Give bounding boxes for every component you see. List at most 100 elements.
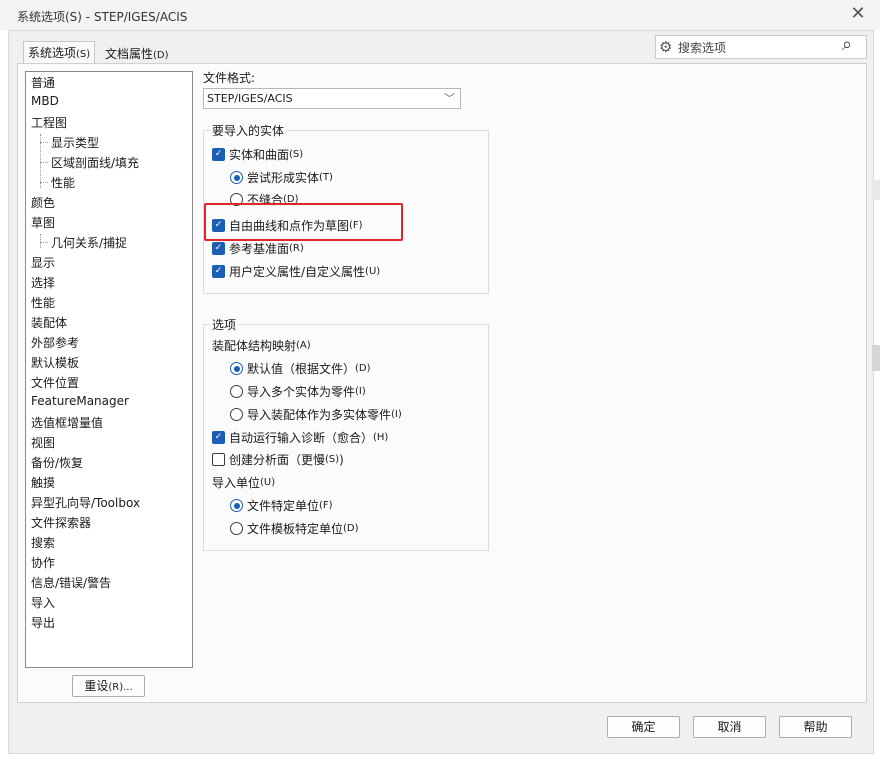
search-input[interactable]: ⚙ 搜索选项 ⌕: [655, 34, 867, 59]
window-title: 系统选项(S) - STEP/IGES/ACIS: [17, 10, 188, 24]
solids-surfaces-checkbox[interactable]: ✓ 实体和曲面 (S): [212, 146, 303, 163]
tree-connector: [40, 242, 48, 243]
tree-item-touch[interactable]: 触摸: [31, 474, 55, 491]
checkbox-checked-icon: ✓: [212, 242, 225, 255]
tree-item-display[interactable]: 显示: [31, 254, 55, 271]
user-props-checkbox[interactable]: ✓ 用户定义属性/自定义属性 (U): [212, 263, 380, 280]
tab-document-properties-label: 文档属性: [105, 47, 154, 61]
tree-item-default-templates[interactable]: 默认模板: [31, 354, 79, 371]
file-format-value: STEP/IGES/ACIS: [207, 92, 293, 105]
tree-item-colors[interactable]: 颜色: [31, 194, 55, 211]
tree-item-performance[interactable]: 性能: [31, 294, 55, 311]
default-from-file-hotkey: (D): [355, 363, 371, 374]
create-analysis-checkbox[interactable]: 创建分析面（更慢 (S)): [212, 451, 344, 468]
radio-selected-icon: [230, 171, 243, 184]
tree-item-file-locations[interactable]: 文件位置: [31, 374, 79, 391]
solids-surfaces-label: 实体和曲面: [229, 148, 290, 162]
tree-item-drawings[interactable]: 工程图: [31, 114, 67, 131]
import-multi-as-parts-radio[interactable]: 导入多个实体为零件 (I): [230, 383, 366, 400]
tree-item-collaboration[interactable]: 协作: [31, 554, 55, 571]
asm-mapping-text: 装配体结构映射: [212, 339, 297, 353]
default-from-file-label: 默认值（根据文件）: [247, 362, 356, 376]
import-asm-as-multibody-radio[interactable]: 导入装配体作为多实体零件 (I): [230, 406, 402, 423]
create-analysis-hotkey: (S): [325, 454, 340, 465]
tree-item-relations-snaps[interactable]: 几何关系/捕捉: [51, 234, 127, 251]
file-units-radio[interactable]: 文件特定单位 (F): [230, 497, 333, 514]
import-asm-as-multibody-label: 导入装配体作为多实体零件: [247, 408, 392, 422]
tree-item-external-references[interactable]: 外部参考: [31, 334, 79, 351]
try-form-solid-hotkey: (T): [319, 172, 333, 183]
import-asm-as-multibody-hotkey: (I): [391, 409, 402, 420]
options-title: 选项: [210, 316, 239, 333]
help-button[interactable]: 帮助: [779, 716, 852, 738]
file-format-select[interactable]: STEP/IGES/ACIS ﹀: [203, 88, 461, 109]
tab-document-properties[interactable]: 文档属性(D): [101, 43, 173, 65]
tab-document-properties-hotkey: (D): [153, 50, 169, 61]
ref-planes-checkbox[interactable]: ✓ 参考基准面 (R): [212, 240, 304, 257]
template-units-hotkey: (D): [343, 523, 359, 534]
cancel-button[interactable]: 取消: [693, 716, 766, 738]
try-form-solid-radio[interactable]: 尝试形成实体 (T): [230, 169, 333, 186]
gear-icon[interactable]: ⚙: [659, 38, 672, 56]
tree-item-display-style[interactable]: 显示类型: [51, 134, 99, 151]
options-tree[interactable]: 普通 MBD 工程图 显示类型 区域剖面线/填充 性能 颜色 草图 几何关系/捕…: [25, 71, 193, 668]
tree-item-general[interactable]: 普通: [31, 74, 55, 91]
import-units-text: 导入单位: [212, 476, 261, 490]
checkbox-unchecked-icon: [212, 453, 225, 466]
tree-item-drawing-performance[interactable]: 性能: [51, 174, 75, 191]
tree-connector: [40, 162, 48, 163]
highlight-box: [204, 203, 403, 241]
tree-item-mbd[interactable]: MBD: [31, 94, 59, 108]
try-form-solid-label: 尝试形成实体: [247, 171, 320, 185]
file-units-label: 文件特定单位: [247, 499, 320, 513]
tree-item-featuremanager[interactable]: FeatureManager: [31, 394, 129, 408]
radio-unselected-icon: [230, 385, 243, 398]
search-icon[interactable]: ⌕: [842, 34, 852, 55]
tree-item-selection[interactable]: 选择: [31, 274, 55, 291]
search-placeholder: 搜索选项: [678, 41, 727, 55]
checkbox-checked-icon: ✓: [212, 431, 225, 444]
file-format-label: 文件格式:: [203, 71, 256, 85]
radio-selected-icon: [230, 499, 243, 512]
tree-item-export[interactable]: 导出: [31, 614, 55, 631]
tree-item-hole-wizard-toolbox[interactable]: 异型孔向导/Toolbox: [31, 494, 140, 511]
tree-item-assemblies[interactable]: 装配体: [31, 314, 67, 331]
chevron-down-icon[interactable]: ﹀: [444, 90, 455, 106]
tree-connector: [40, 142, 48, 143]
tree-item-spin-box-increments[interactable]: 选值框增量值: [31, 414, 103, 431]
tree-item-view[interactable]: 视图: [31, 434, 55, 451]
template-units-radio[interactable]: 文件模板特定单位 (D): [230, 520, 359, 537]
close-icon[interactable]: ✕: [848, 4, 868, 24]
asm-mapping-hotkey: (A): [296, 340, 311, 351]
tab-system-options-hotkey: (S): [76, 49, 91, 60]
tree-item-sketch[interactable]: 草图: [31, 214, 55, 231]
create-analysis-label: 创建分析面（更慢: [229, 453, 326, 467]
tree-item-import[interactable]: 导入: [31, 594, 55, 611]
import-multi-as-parts-label: 导入多个实体为零件: [247, 385, 356, 399]
tree-item-messages-errors-warnings[interactable]: 信息/错误/警告: [31, 574, 111, 591]
create-analysis-close-paren: ): [339, 452, 344, 467]
file-units-hotkey: (F): [319, 500, 333, 511]
user-props-hotkey: (U): [365, 266, 381, 277]
auto-diagnostics-label: 自动运行输入诊断（愈合）: [229, 431, 374, 445]
solids-surfaces-hotkey: (S): [289, 149, 304, 160]
checkbox-checked-icon: ✓: [212, 148, 225, 161]
tree-item-area-hatch[interactable]: 区域剖面线/填充: [51, 154, 139, 171]
ok-button[interactable]: 确定: [607, 716, 680, 738]
user-props-label: 用户定义属性/自定义属性: [229, 265, 366, 279]
auto-diagnostics-checkbox[interactable]: ✓ 自动运行输入诊断（愈合） (H): [212, 429, 388, 446]
import-multi-as-parts-hotkey: (I): [355, 386, 366, 397]
radio-selected-icon: [230, 362, 243, 375]
tree-connector: [40, 234, 41, 248]
import-entities-title: 要导入的实体: [210, 122, 287, 139]
tree-item-search[interactable]: 搜索: [31, 534, 55, 551]
tree-item-file-explorer[interactable]: 文件探索器: [31, 514, 91, 531]
reset-button[interactable]: 重设(R)...: [72, 675, 145, 697]
default-from-file-radio[interactable]: 默认值（根据文件） (D): [230, 360, 371, 377]
template-units-label: 文件模板特定单位: [247, 522, 344, 536]
tree-item-backup-recover[interactable]: 备份/恢复: [31, 454, 83, 471]
import-units-hotkey: (U): [260, 477, 276, 488]
ref-planes-hotkey: (R): [289, 243, 304, 254]
tree-connector: [40, 182, 48, 183]
radio-unselected-icon: [230, 408, 243, 421]
